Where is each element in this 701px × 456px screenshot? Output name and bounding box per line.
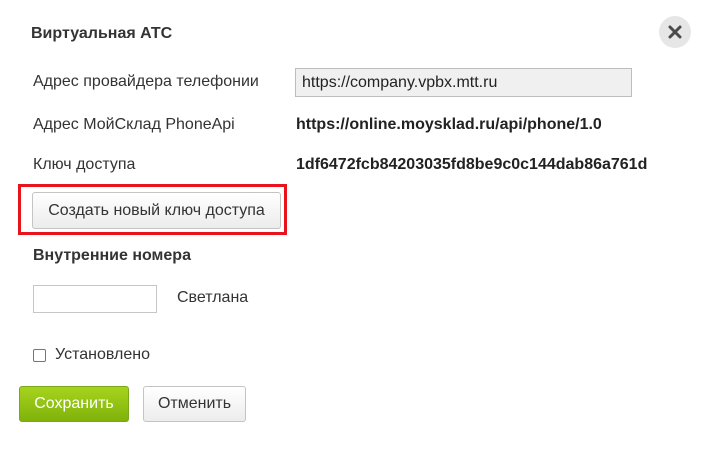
virtual-pbx-dialog: Виртуальная АТС Адрес провайдера телефон… <box>0 0 701 456</box>
phoneapi-address-label: Адрес МойСклад PhoneApi <box>33 116 235 133</box>
dialog-title: Виртуальная АТС <box>31 25 173 42</box>
provider-address-input[interactable] <box>295 68 632 97</box>
installed-label[interactable]: Установлено <box>55 346 150 364</box>
extensions-title: Внутренние номера <box>33 247 191 264</box>
phoneapi-address-value: https://online.moysklad.ru/api/phone/1.0 <box>296 116 602 133</box>
provider-address-label: Адрес провайдера телефонии <box>33 73 259 90</box>
close-button[interactable] <box>659 16 691 48</box>
close-icon <box>668 25 682 39</box>
create-new-key-button[interactable]: Создать новый ключ доступа <box>32 192 281 229</box>
installed-row: Установлено <box>33 346 150 364</box>
extension-number-input[interactable] <box>33 285 157 313</box>
access-key-value: 1df6472fcb84203035fd8be9c0c144dab86a761d <box>296 156 648 173</box>
cancel-button[interactable]: Отменить <box>143 386 246 422</box>
installed-checkbox[interactable] <box>33 348 46 362</box>
access-key-label: Ключ доступа <box>33 156 136 173</box>
extension-employee-name: Светлана <box>177 289 249 306</box>
save-button[interactable]: Сохранить <box>19 386 129 422</box>
